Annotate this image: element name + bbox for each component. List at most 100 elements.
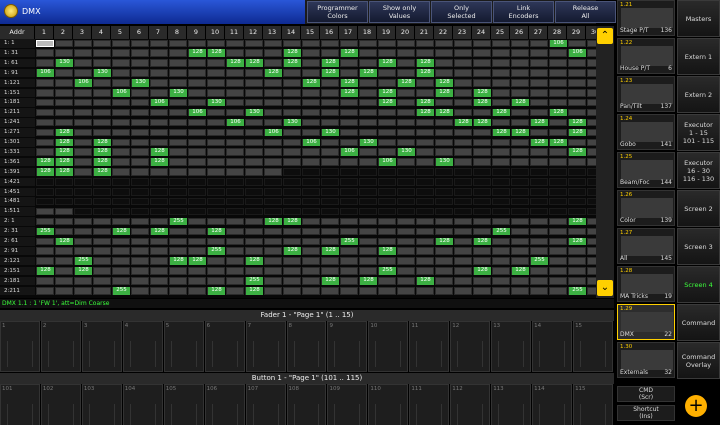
dmx-cell[interactable] [226, 178, 244, 186]
dmx-cell[interactable] [169, 98, 187, 107]
dmx-cell[interactable] [454, 39, 472, 48]
dmx-cell[interactable] [397, 168, 415, 176]
dmx-cell[interactable] [150, 287, 168, 295]
dmx-cell[interactable] [473, 247, 491, 255]
dmx-cell[interactable] [264, 148, 282, 156]
dmx-cell[interactable] [226, 128, 244, 137]
dmx-cell[interactable] [511, 287, 529, 295]
dmx-cell[interactable] [36, 98, 54, 107]
dmx-cell[interactable] [112, 148, 130, 156]
dmx-cell[interactable] [74, 148, 92, 156]
dmx-cell[interactable] [150, 188, 168, 196]
toolbar-button[interactable]: Show only Values [369, 1, 430, 23]
dmx-cell[interactable] [93, 217, 111, 226]
dmx-cell[interactable] [340, 247, 358, 255]
dmx-cell[interactable] [302, 207, 320, 216]
dmx-cell[interactable] [530, 79, 548, 87]
dmx-cell[interactable] [587, 138, 596, 147]
dmx-cell[interactable] [226, 227, 244, 236]
dmx-cell[interactable] [435, 118, 453, 127]
dmx-cell[interactable] [55, 89, 73, 97]
dmx-cell[interactable] [55, 217, 73, 226]
dmx-cell[interactable] [74, 49, 92, 57]
dmx-cell[interactable] [454, 148, 472, 156]
dmx-cell[interactable] [416, 247, 434, 255]
dmx-cell[interactable] [169, 128, 187, 137]
button-slot[interactable]: 108 [286, 384, 327, 425]
view-button[interactable]: 1.30 Externals 32 [617, 342, 675, 378]
dmx-cell[interactable] [587, 89, 596, 97]
dmx-cell[interactable] [302, 49, 320, 57]
dmx-cell[interactable] [340, 128, 358, 137]
dmx-cell[interactable] [264, 39, 282, 48]
dmx-cell[interactable] [283, 138, 301, 147]
dmx-cell[interactable] [302, 39, 320, 48]
dmx-cell[interactable] [74, 197, 92, 206]
dmx-cell[interactable] [587, 98, 596, 107]
dmx-cell[interactable] [511, 197, 529, 206]
fader-slot[interactable]: 12 [450, 321, 491, 372]
dmx-cell[interactable] [473, 197, 491, 206]
dmx-cell[interactable] [416, 178, 434, 186]
dmx-cell[interactable] [112, 197, 130, 206]
dmx-cell[interactable] [587, 207, 596, 216]
dmx-cell[interactable] [530, 217, 548, 226]
view-button[interactable]: 1.21 Stage P/T 136 [617, 0, 675, 36]
dmx-cell[interactable] [397, 178, 415, 186]
dmx-cell[interactable] [435, 69, 453, 77]
dmx-cell[interactable] [568, 79, 586, 87]
dmx-cell[interactable] [150, 49, 168, 57]
screen-button[interactable]: Masters [677, 0, 720, 37]
dmx-cell[interactable] [207, 168, 225, 176]
dmx-cell[interactable] [74, 59, 92, 67]
dmx-cell[interactable] [55, 197, 73, 206]
dmx-cell[interactable] [283, 108, 301, 117]
dmx-cell[interactable] [492, 188, 510, 196]
dmx-cell[interactable] [568, 98, 586, 107]
dmx-cell[interactable] [207, 178, 225, 186]
dmx-cell[interactable] [74, 108, 92, 117]
dmx-cell[interactable] [226, 98, 244, 107]
button-slot[interactable]: 101 [0, 384, 40, 425]
dmx-cell[interactable] [207, 138, 225, 147]
dmx-cell[interactable] [131, 188, 149, 196]
dmx-cell[interactable] [587, 128, 596, 137]
dmx-cell[interactable] [568, 168, 586, 176]
dmx-cell[interactable] [226, 267, 244, 275]
dmx-cell[interactable] [36, 59, 54, 67]
dmx-cell[interactable] [36, 237, 54, 246]
dmx-cell[interactable] [321, 148, 339, 156]
dmx-cell[interactable] [188, 118, 206, 127]
dmx-cell[interactable] [55, 98, 73, 107]
dmx-cell[interactable] [511, 158, 529, 166]
dmx-cell[interactable] [549, 227, 567, 236]
dmx-cell[interactable] [245, 98, 263, 107]
dmx-cell[interactable] [188, 98, 206, 107]
dmx-cell[interactable] [511, 59, 529, 67]
dmx-cell[interactable] [36, 118, 54, 127]
dmx-cell[interactable] [55, 39, 73, 48]
dmx-cell[interactable] [74, 39, 92, 48]
dmx-cell[interactable] [492, 59, 510, 67]
dmx-cell[interactable] [397, 217, 415, 226]
dmx-cell[interactable] [283, 267, 301, 275]
dmx-cell[interactable] [112, 39, 130, 48]
scroll-down-icon[interactable]: ⌄ [597, 280, 613, 296]
dmx-cell[interactable] [378, 168, 396, 176]
dmx-cell[interactable] [245, 178, 263, 186]
dmx-cell[interactable] [454, 98, 472, 107]
view-button[interactable]: 1.24 Gobo 141 [617, 114, 675, 150]
dmx-cell[interactable] [340, 287, 358, 295]
dmx-cell[interactable] [511, 207, 529, 216]
button-slot[interactable]: 102 [40, 384, 81, 425]
dmx-cell[interactable] [55, 79, 73, 87]
dmx-cell[interactable] [112, 237, 130, 246]
dmx-cell[interactable] [55, 178, 73, 186]
dmx-cell[interactable] [169, 118, 187, 127]
dmx-cell[interactable] [207, 188, 225, 196]
dmx-cell[interactable] [397, 207, 415, 216]
dmx-cell[interactable] [131, 89, 149, 97]
view-button[interactable]: 1.29 DMX 22 [617, 304, 675, 340]
dmx-cell[interactable] [188, 158, 206, 166]
dmx-cell[interactable] [454, 79, 472, 87]
